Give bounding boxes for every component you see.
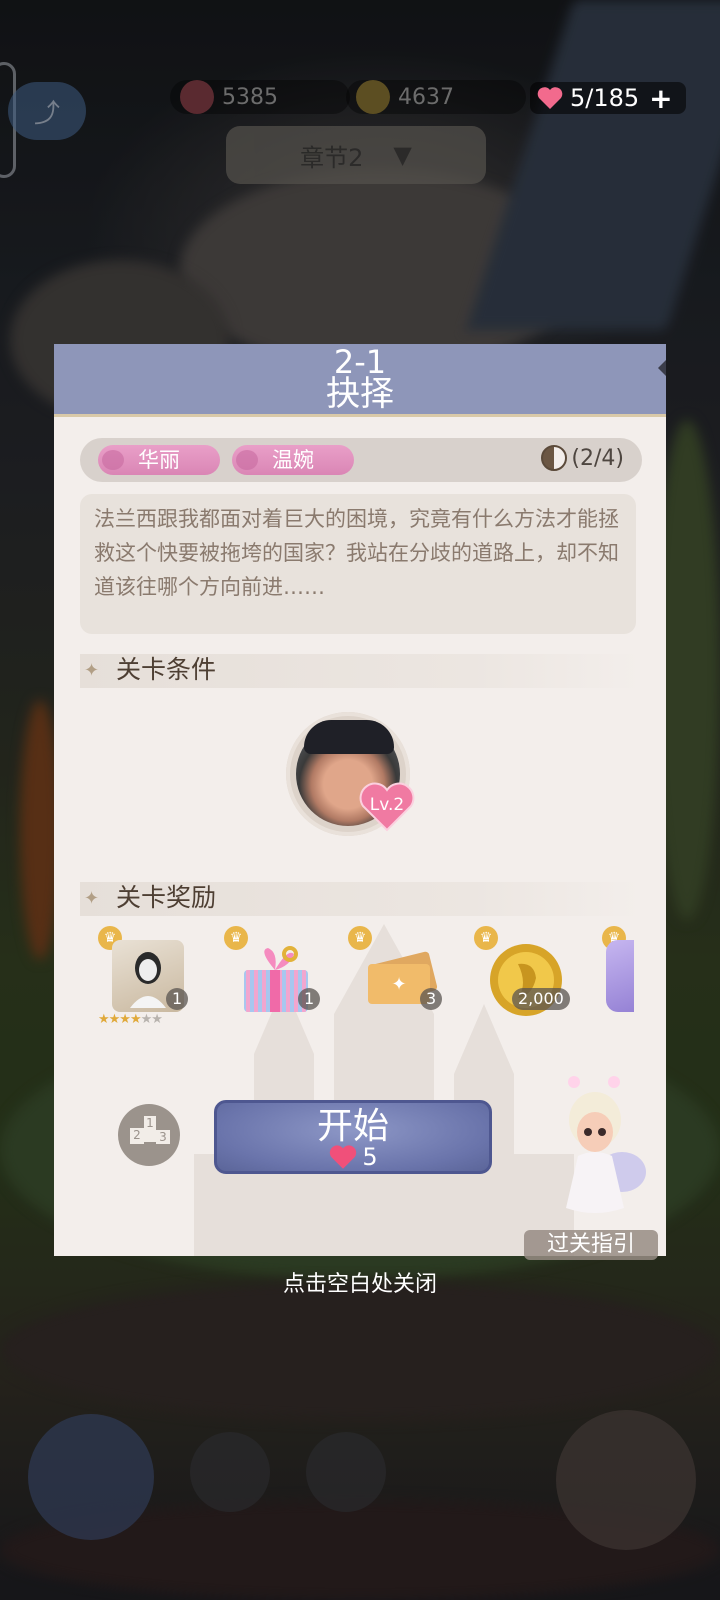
chevron-down-icon: ▼ xyxy=(393,141,412,169)
energy-counter[interactable]: 5/185 + xyxy=(530,82,686,115)
swirl-icon xyxy=(236,450,258,470)
conditions-header: ✦ 关卡条件 xyxy=(80,654,640,688)
svg-text:✦: ✦ xyxy=(391,974,406,995)
sparkle-icon: ✦ xyxy=(84,660,100,681)
conditions-title: 关卡条件 xyxy=(116,655,217,684)
tag-label: 华丽 xyxy=(138,448,180,472)
energy-heart-icon xyxy=(537,87,563,109)
rewards-title: 关卡奖励 xyxy=(116,883,217,912)
character-nav-button[interactable] xyxy=(556,1410,696,1550)
hearts-currency[interactable]: 5385 xyxy=(170,80,350,114)
stage-progress: (2/4) xyxy=(541,445,624,471)
nav-button-2[interactable] xyxy=(190,1432,270,1512)
stage-guide-button[interactable]: 过关指引 xyxy=(510,1050,670,1260)
heart-currency-icon xyxy=(180,80,214,114)
character-level: Lv.2 xyxy=(369,795,405,815)
coins-currency[interactable]: 4637 xyxy=(346,80,526,114)
stage-title: 抉择 xyxy=(326,374,394,414)
swirl-icon xyxy=(102,450,124,470)
rewards-header: ✦ 关卡奖励 xyxy=(80,882,640,916)
progress-text: (2/4) xyxy=(571,445,624,471)
chapter-selector[interactable]: 章节2 ▼ xyxy=(226,126,486,184)
ranking-button[interactable]: 1 2 3 xyxy=(118,1104,180,1166)
energy-plus-button[interactable]: + xyxy=(649,82,672,115)
start-cost-value: 5 xyxy=(362,1143,378,1171)
podium-second: 2 xyxy=(130,1128,144,1144)
style-tag: 华丽 xyxy=(98,445,220,475)
close-hint: 点击空白处关闭 xyxy=(282,1272,437,1297)
style-tag: 温婉 xyxy=(232,445,354,475)
podium-first: 1 xyxy=(144,1116,156,1142)
reward-item[interactable]: ♛ 1 xyxy=(220,926,321,1036)
reward-qty: 3 xyxy=(420,988,443,1010)
tag-label: 温婉 xyxy=(272,448,314,472)
energy-heart-icon xyxy=(330,1145,357,1169)
sparkle-icon: ✦ xyxy=(84,888,100,909)
purple-item-icon xyxy=(606,940,634,1012)
story-text: 法兰西跟我都面对着巨大的困境，究竟有什么方法才能拯救这个快要被拖垮的国家？我站在… xyxy=(80,494,636,634)
start-cost: 5 xyxy=(217,1143,489,1171)
fairy-guide-icon xyxy=(566,1076,646,1213)
progress-pie-icon xyxy=(541,445,568,471)
level-badge: Lv.2 xyxy=(358,782,416,832)
reward-item[interactable]: ♛ ✦ 3 xyxy=(344,926,444,1036)
reward-item[interactable]: ♛ 1 ★★★★★★ xyxy=(94,926,194,1036)
rewards-list: ♛ 1 ★★★★★★ ♛ 1 ♛ ✦ 3 ♛ 2,000 ♛ xyxy=(94,926,634,1036)
reward-qty: 1 xyxy=(298,988,321,1010)
reward-item[interactable]: ♛ xyxy=(598,926,634,1036)
energy-value: 5/185 xyxy=(570,84,640,112)
podium-third: 3 xyxy=(156,1130,170,1144)
stage-tags-bar: 华丽 温婉 (2/4) xyxy=(80,438,642,482)
chapter-label: 章节2 xyxy=(300,143,364,172)
reward-qty: 1 xyxy=(166,988,189,1010)
stage-header: 2-1 抉择 xyxy=(54,344,666,417)
reward-item[interactable]: ♛ 2,000 xyxy=(470,926,570,1036)
share-icon: ⤴ xyxy=(33,98,60,129)
guide-label: 过关指引 xyxy=(524,1230,658,1260)
header-notch xyxy=(658,358,666,378)
book-nav-button[interactable] xyxy=(28,1414,154,1540)
required-character[interactable]: Lv.2 xyxy=(286,712,415,836)
share-button[interactable]: ⤴ xyxy=(8,82,86,140)
reward-qty: 2,000 xyxy=(512,988,570,1010)
coins-value: 4637 xyxy=(398,84,454,110)
character-hat xyxy=(304,720,394,754)
rarity-stars: ★★★★★★ xyxy=(98,1012,163,1027)
nav-button-3[interactable] xyxy=(306,1432,386,1512)
start-button[interactable]: 开始 5 xyxy=(214,1100,492,1174)
hearts-value: 5385 xyxy=(222,84,278,110)
coin-currency-icon xyxy=(356,80,390,114)
